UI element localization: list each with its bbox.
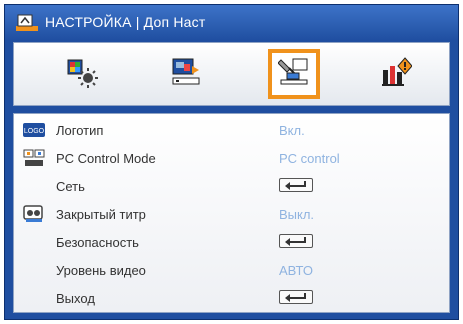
- tab-display-settings[interactable]: [160, 49, 212, 99]
- settings-tab-icon: [15, 14, 39, 32]
- menu-item-closed-caption[interactable]: Закрытый титр Выкл.: [14, 203, 449, 225]
- menu-item-pc-control-mode[interactable]: PC Control Mode PC control: [14, 147, 449, 169]
- logo-icon: LOGO: [23, 121, 45, 139]
- menu-item-exit[interactable]: Выход: [14, 287, 449, 309]
- menu-item-label: Сеть: [56, 179, 85, 194]
- tab-options[interactable]: [370, 49, 422, 99]
- enter-arrow-icon: [285, 293, 306, 302]
- settings-list: LOGO Логотип Вкл. PC Control Mode PC con…: [13, 113, 450, 313]
- image-settings-icon: [66, 56, 98, 93]
- menu-item-value[interactable]: Выкл.: [279, 207, 314, 222]
- menu-item-value[interactable]: АВТО: [279, 263, 313, 278]
- menu-item-value[interactable]: PC control: [279, 151, 340, 166]
- menu-item-logo[interactable]: LOGO Логотип Вкл.: [14, 119, 449, 141]
- title-bar: НАСТРОЙКА | Доп Наст: [5, 5, 458, 41]
- enter-arrow-icon: [285, 181, 306, 190]
- tab-image-settings[interactable]: [56, 49, 108, 99]
- menu-item-label: Выход: [56, 291, 95, 306]
- menu-item-value[interactable]: Вкл.: [279, 123, 305, 138]
- enter-key-button[interactable]: [279, 290, 313, 304]
- menu-item-label: Закрытый титр: [56, 207, 146, 222]
- menu-item-network[interactable]: Сеть: [14, 175, 449, 197]
- enter-key-button[interactable]: [279, 178, 313, 192]
- closed-caption-icon: [23, 205, 45, 223]
- enter-key-button[interactable]: [279, 234, 313, 248]
- logo-icon-text: LOGO: [24, 128, 45, 135]
- menu-item-video-level[interactable]: Уровень видео АВТО: [14, 259, 449, 281]
- enter-arrow-icon: [285, 237, 306, 246]
- osd-menu: НАСТРОЙКА | Доп Наст LOGO Логотип Вкл. P…: [4, 4, 459, 320]
- setup-icon: [277, 56, 310, 93]
- menu-title: НАСТРОЙКА | Доп Наст: [45, 14, 206, 30]
- pc-control-icon: [23, 149, 45, 167]
- tab-setup[interactable]: [268, 49, 320, 99]
- menu-item-security[interactable]: Безопасность: [14, 231, 449, 253]
- menu-item-label: PC Control Mode: [56, 151, 156, 166]
- menu-item-label: Безопасность: [56, 235, 139, 250]
- display-settings-icon: [170, 56, 202, 93]
- options-icon: [380, 56, 413, 93]
- menu-item-label: Уровень видео: [56, 263, 146, 278]
- menu-item-label: Логотип: [56, 123, 104, 138]
- tab-bar: [13, 42, 450, 106]
